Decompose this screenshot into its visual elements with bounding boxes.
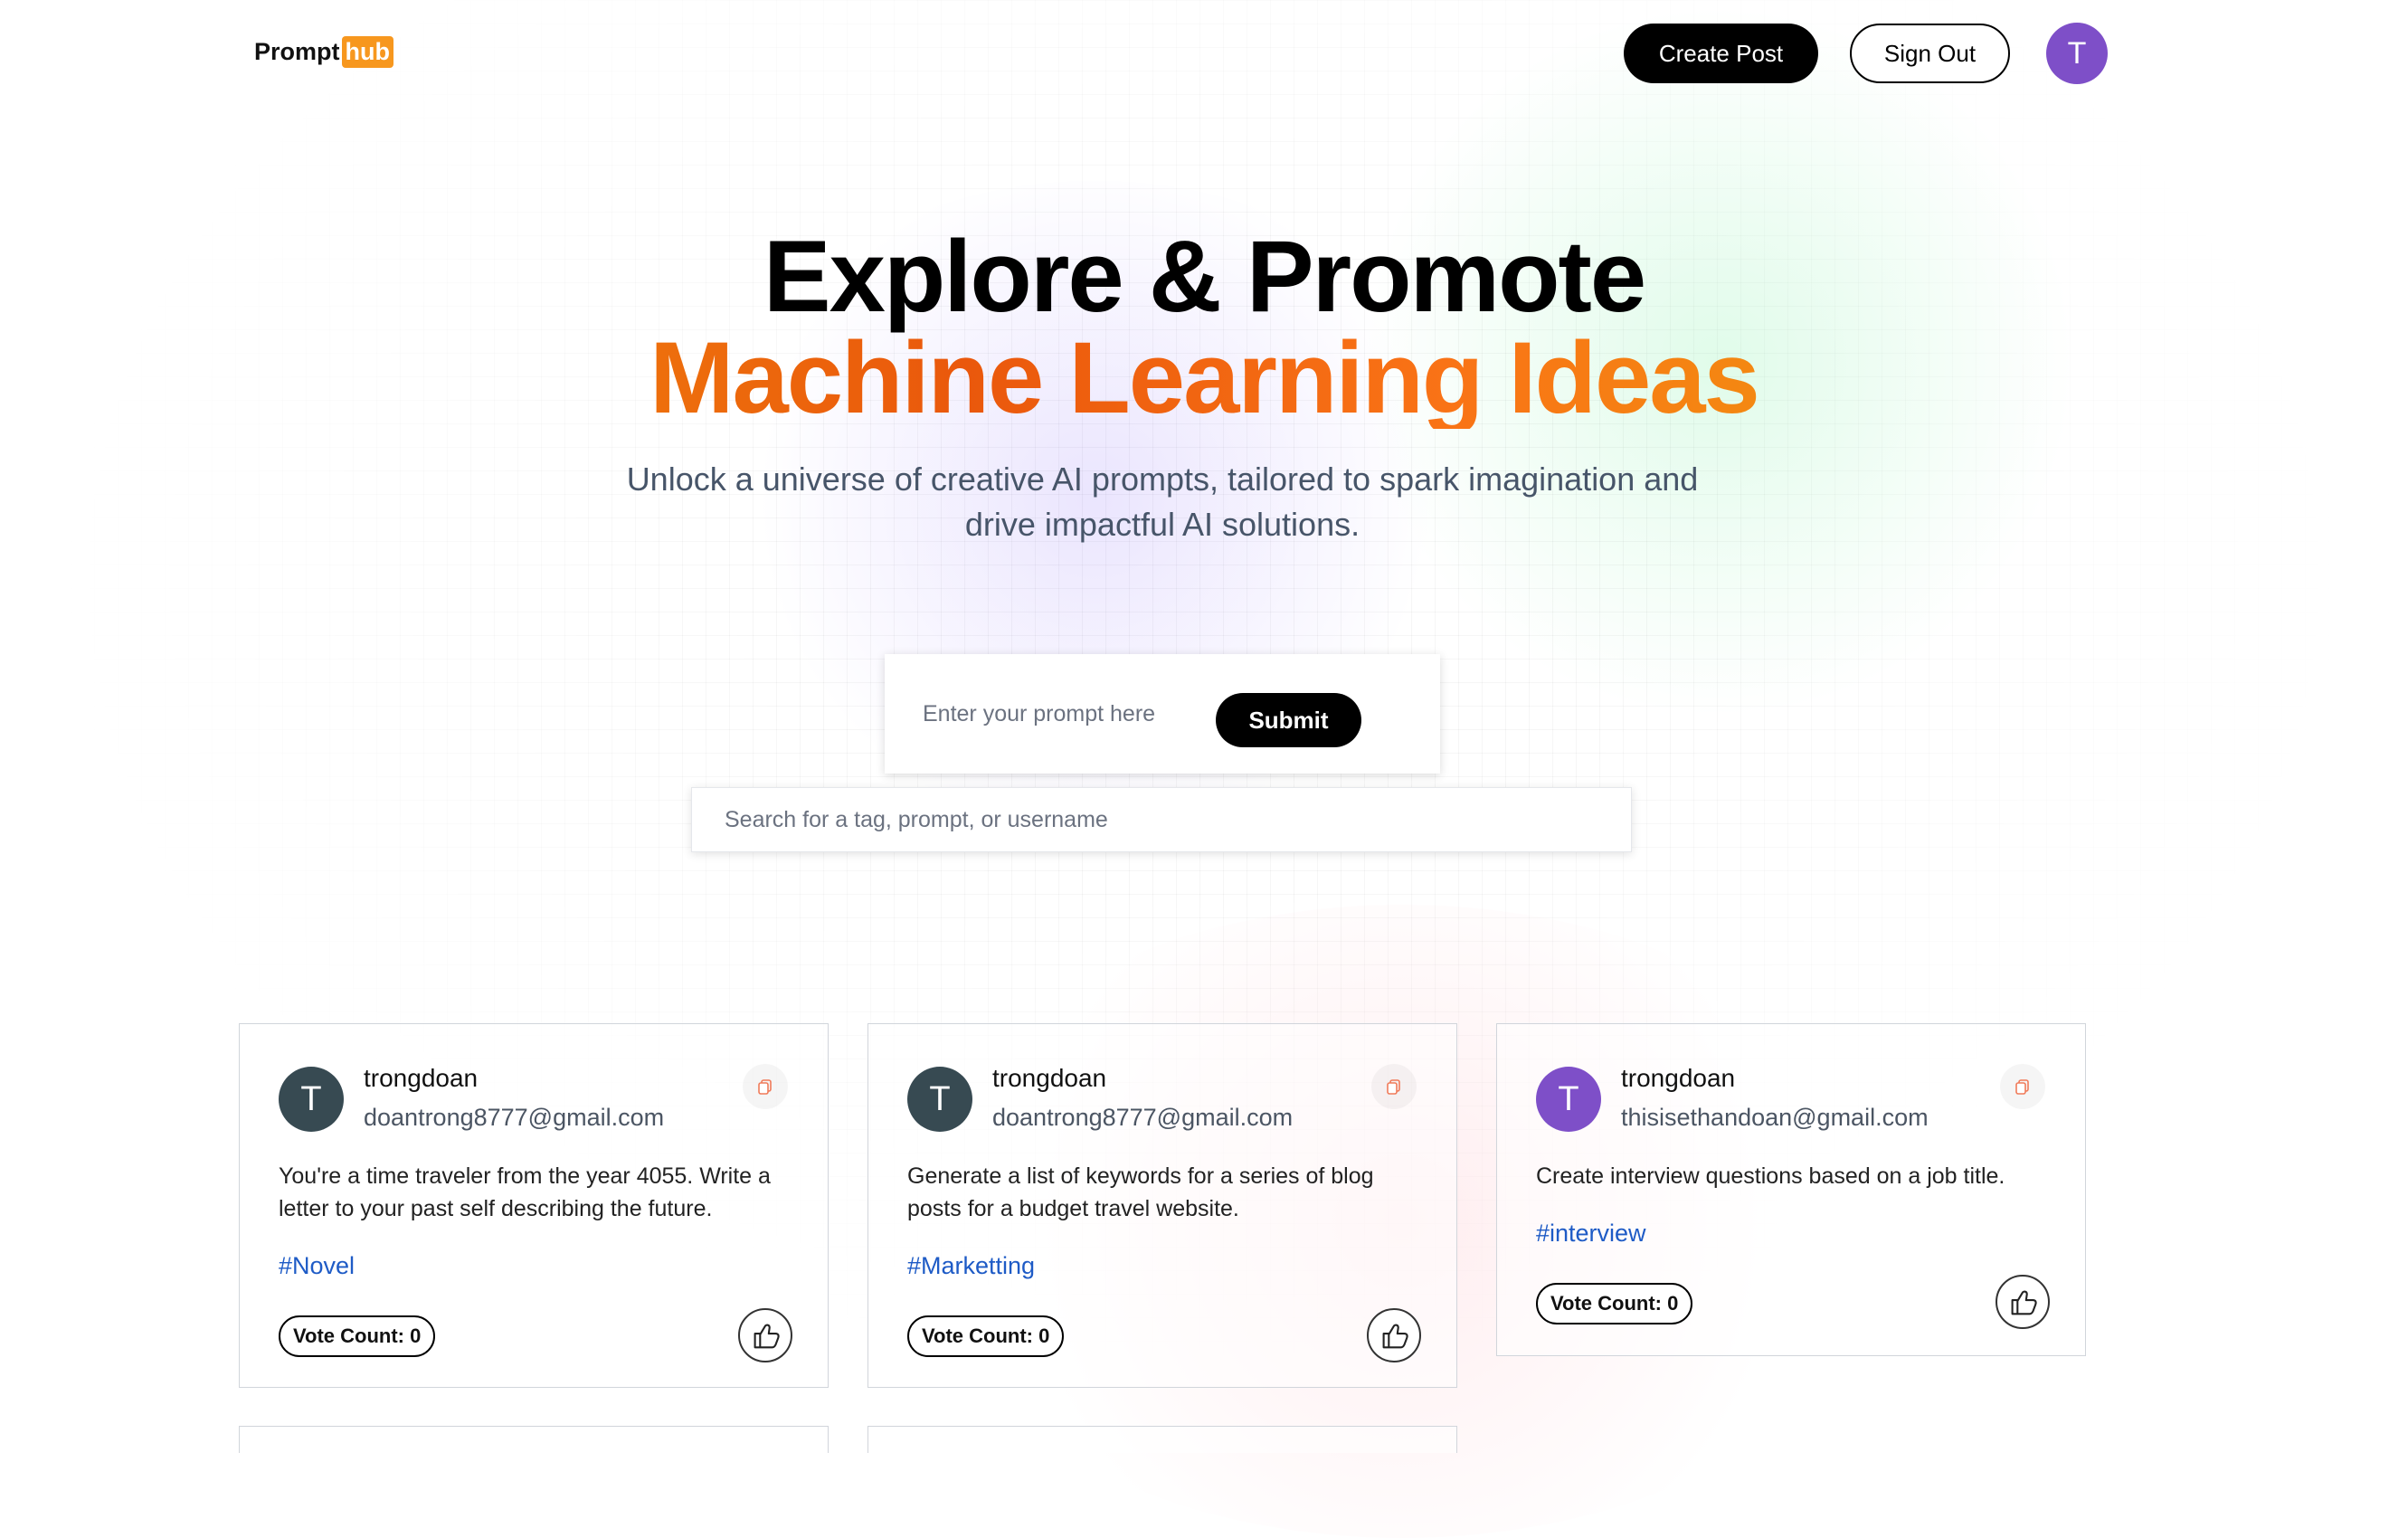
create-post-button[interactable]: Create Post — [1624, 24, 1818, 83]
card-email: doantrong8777@gmail.com — [992, 1104, 1294, 1131]
prompt-card: T trongdoan doantrong8777@gmail.com You'… — [239, 1023, 829, 1388]
copy-button[interactable] — [2000, 1064, 2045, 1109]
copy-button[interactable] — [1371, 1064, 1417, 1109]
card-avatar[interactable]: T — [907, 1067, 972, 1132]
card-tag[interactable]: #Novel — [279, 1252, 355, 1280]
hero-title: Explore & Promote — [763, 220, 1646, 333]
logo-text: Prompt — [254, 38, 340, 65]
copy-icon — [758, 1079, 772, 1095]
card-email: thisisethandoan@gmail.com — [1621, 1104, 1929, 1131]
card-tag[interactable]: #Marketting — [907, 1252, 1035, 1280]
vote-count-badge: Vote Count: 0 — [1536, 1283, 1693, 1324]
vote-count-badge: Vote Count: 0 — [907, 1315, 1065, 1357]
card-username[interactable]: trongdoan — [364, 1064, 478, 1093]
card-prompt-text: You're a time traveler from the year 405… — [279, 1163, 771, 1221]
hero-title-highlight: Machine Learning Ideas — [0, 328, 2408, 429]
like-button[interactable] — [1367, 1308, 1421, 1362]
card-prompt-text: Generate a list of keywords for a series… — [907, 1163, 1374, 1221]
like-button[interactable] — [738, 1308, 792, 1362]
card-avatar[interactable]: T — [279, 1067, 344, 1132]
thumbs-up-icon — [1382, 1324, 1408, 1349]
card-username[interactable]: trongdoan — [992, 1064, 1106, 1093]
logo-badge: hub — [341, 36, 393, 68]
card-email: doantrong8777@gmail.com — [364, 1104, 665, 1131]
submit-button[interactable]: Submit — [1216, 693, 1361, 747]
thumbs-up-icon — [2011, 1290, 2037, 1315]
sign-out-button[interactable]: Sign Out — [1850, 24, 2010, 83]
logo[interactable]: Prompt hub — [254, 36, 393, 68]
card-tag[interactable]: #interview — [1536, 1220, 1646, 1248]
card-username[interactable]: trongdoan — [1621, 1064, 1735, 1093]
like-button[interactable] — [1996, 1275, 2050, 1329]
copy-icon — [1387, 1079, 1400, 1095]
prompt-card-partial — [867, 1426, 1457, 1453]
prompt-form: Submit — [885, 654, 1440, 774]
hero-subtitle: Unlock a universe of creative AI prompts… — [626, 460, 1699, 543]
card-prompt-text: Create interview questions based on a jo… — [1536, 1163, 2005, 1189]
prompt-card: T trongdoan thisisethandoan@gmail.com Cr… — [1496, 1023, 2086, 1356]
user-avatar[interactable]: T — [2046, 23, 2108, 84]
prompt-card: T trongdoan doantrong8777@gmail.com Gene… — [867, 1023, 1457, 1388]
thumbs-up-icon — [754, 1324, 780, 1349]
copy-button[interactable] — [743, 1064, 788, 1109]
search-input[interactable] — [691, 787, 1632, 852]
prompt-input[interactable] — [921, 690, 1205, 737]
card-avatar[interactable]: T — [1536, 1067, 1601, 1132]
vote-count-badge: Vote Count: 0 — [279, 1315, 436, 1357]
prompt-card-partial — [239, 1426, 829, 1453]
copy-icon — [2015, 1079, 2029, 1095]
